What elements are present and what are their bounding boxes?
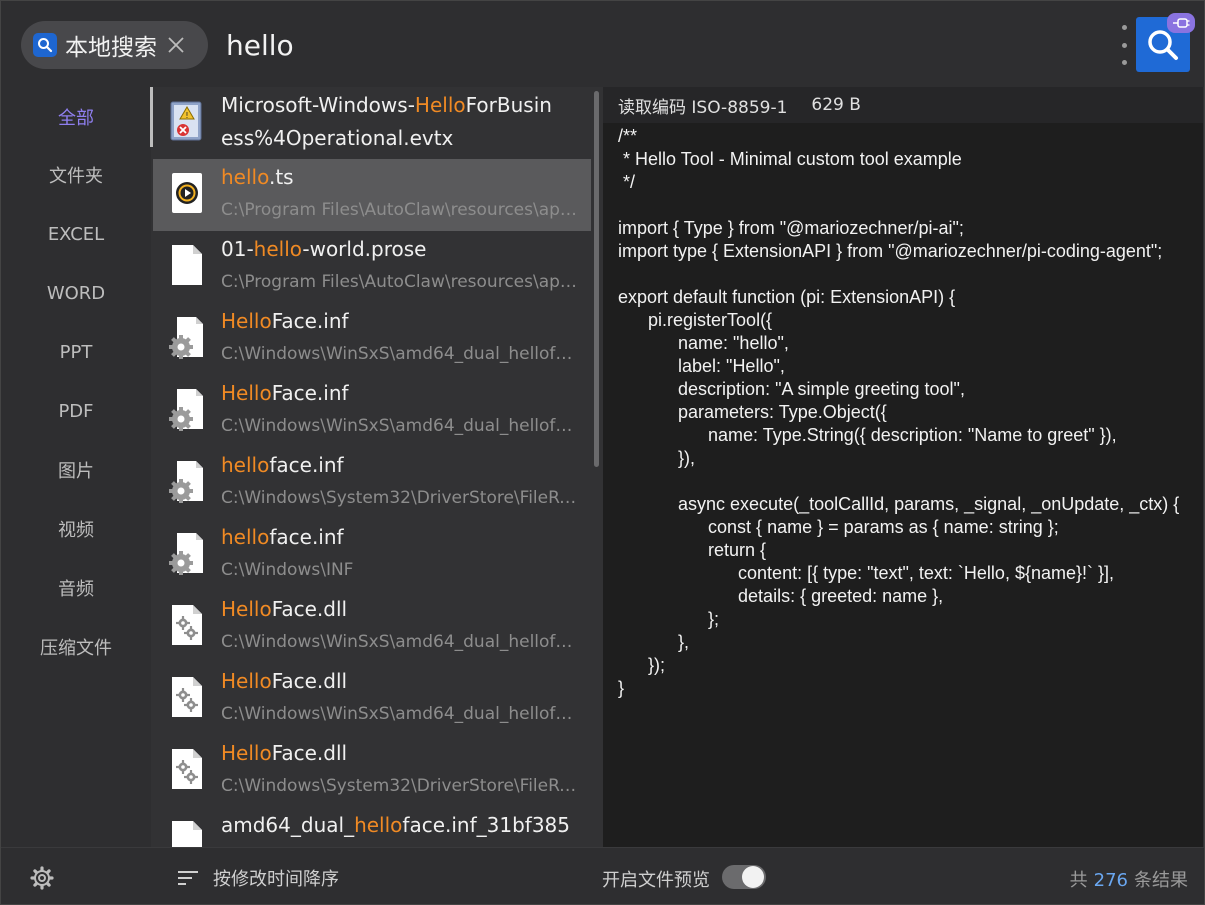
result-title: HelloFace.dll xyxy=(221,669,348,693)
results-list: ! Microsoft-Windows-HelloForBusin ess%4O… xyxy=(153,87,593,847)
result-row[interactable]: 01-hello-world.prose C:\Program Files\Au… xyxy=(153,231,591,303)
status-bar: 按修改时间降序 开启文件预览 共 276 条结果 xyxy=(1,847,1204,904)
category-pdf[interactable]: PDF xyxy=(1,391,151,431)
config-file-icon xyxy=(169,387,205,431)
result-path: C:\Windows\WinSxS\amd64_dual_helloface.i… xyxy=(221,704,577,724)
file-preview-pane: 读取编码 ISO-8859-1 629 B /** * Hello Tool -… xyxy=(603,87,1203,847)
preview-header: 读取编码 ISO-8859-1 629 B xyxy=(603,87,1203,123)
result-count: 共 276 条结果 xyxy=(1069,870,1188,891)
sort-icon xyxy=(178,871,198,885)
more-options-button[interactable] xyxy=(1116,25,1132,65)
blank-file-icon xyxy=(169,243,205,287)
dll-file-icon xyxy=(169,603,205,647)
result-path: C:\Windows\System32\DriverStore\FileRepo… xyxy=(221,488,577,508)
result-row[interactable]: helloface.inf C:\Windows\System32\Driver… xyxy=(153,447,591,519)
category-archive[interactable]: 压缩文件 xyxy=(1,627,151,667)
config-file-icon xyxy=(169,531,205,575)
sort-button[interactable]: 按修改时间降序 xyxy=(177,864,339,892)
result-row[interactable]: HelloFace.dll C:\Windows\System32\Driver… xyxy=(153,735,591,807)
result-title: 01-hello-world.prose xyxy=(221,237,427,261)
preview-code: /** * Hello Tool - Minimal custom tool e… xyxy=(618,126,1180,698)
result-title: helloface.inf xyxy=(221,525,344,549)
result-path: C:\Windows\System32\DriverStore\FileRepo… xyxy=(221,776,577,796)
result-title: HelloFace.inf xyxy=(221,381,349,405)
preview-toggle[interactable] xyxy=(722,865,766,889)
search-scope-pill[interactable]: 本地搜索 xyxy=(21,21,208,69)
config-file-icon xyxy=(169,459,205,503)
category-word[interactable]: WORD xyxy=(1,273,151,313)
category-ppt[interactable]: PPT xyxy=(1,332,151,372)
search-scope-label: 本地搜索 xyxy=(65,35,157,61)
category-audio[interactable]: 音频 xyxy=(1,568,151,608)
search-icon xyxy=(33,33,57,57)
result-path: C:\Windows\WinSxS\amd64_dual_helloface.i… xyxy=(221,344,577,364)
result-row[interactable]: ! Microsoft-Windows-HelloForBusin ess%4O… xyxy=(153,87,591,159)
preview-encoding: 读取编码 ISO-8859-1 xyxy=(618,97,788,118)
dll-file-icon xyxy=(169,747,205,791)
result-path: C:\Program Files\AutoClaw\resources\app.… xyxy=(221,272,577,292)
results-scrollbar[interactable] xyxy=(594,91,599,467)
category-image[interactable]: 图片 xyxy=(1,450,151,490)
category-folder[interactable]: 文件夹 xyxy=(1,155,151,195)
toggle-knob xyxy=(742,866,764,888)
gear-icon[interactable] xyxy=(29,865,55,891)
config-file-icon xyxy=(169,315,205,359)
result-row-selected[interactable]: hello.ts C:\Program Files\AutoClaw\resou… xyxy=(153,159,591,231)
search-input[interactable] xyxy=(226,23,1086,67)
close-icon[interactable] xyxy=(165,34,187,56)
result-row[interactable]: HelloFace.dll C:\Windows\WinSxS\amd64_du… xyxy=(153,591,591,663)
result-count-number: 276 xyxy=(1093,870,1128,891)
preview-file-size: 629 B xyxy=(811,95,861,115)
result-title-continued: ess%4Operational.evtx xyxy=(221,126,454,150)
result-row[interactable]: amd64_dual_helloface.inf_31bf385 xyxy=(153,807,591,847)
blank-file-icon xyxy=(169,819,205,847)
media-play-icon xyxy=(169,171,205,215)
result-path: C:\Program Files\AutoClaw\resources\app.… xyxy=(221,200,577,220)
search-bar: 本地搜索 xyxy=(1,1,1204,87)
result-title: amd64_dual_helloface.inf_31bf385 xyxy=(221,813,571,837)
result-title: HelloFace.inf xyxy=(221,309,349,333)
category-sidebar: 全部 文件夹 EXCEL WORD PPT PDF 图片 视频 音频 压缩文件 xyxy=(1,87,153,847)
result-title: Microsoft-Windows-HelloForBusin xyxy=(221,93,552,117)
category-all[interactable]: 全部 xyxy=(1,97,151,137)
result-path: C:\Windows\INF xyxy=(221,560,354,580)
result-path: C:\Windows\WinSxS\amd64_dual_helloface.i… xyxy=(221,632,577,652)
app-window: 本地搜索 全部 文件夹 EXCEL WORD PPT PDF 图片 视频 音频 … xyxy=(0,0,1205,905)
result-title: hello.ts xyxy=(221,165,294,189)
result-title: HelloFace.dll xyxy=(221,597,348,621)
result-title: HelloFace.dll xyxy=(221,741,348,765)
svg-text:!: ! xyxy=(185,111,188,120)
plugin-icon[interactable] xyxy=(1167,13,1195,33)
dll-file-icon xyxy=(169,675,205,719)
category-video[interactable]: 视频 xyxy=(1,509,151,549)
result-row[interactable]: HelloFace.dll C:\Windows\WinSxS\amd64_du… xyxy=(153,663,591,735)
result-title: helloface.inf xyxy=(221,453,344,477)
event-log-icon: ! xyxy=(169,99,205,143)
sort-label: 按修改时间降序 xyxy=(213,869,339,890)
preview-toggle-label: 开启文件预览 xyxy=(602,870,710,891)
result-row[interactable]: helloface.inf C:\Windows\INF xyxy=(153,519,591,591)
result-row[interactable]: HelloFace.inf C:\Windows\WinSxS\amd64_du… xyxy=(153,303,591,375)
result-path: C:\Windows\WinSxS\amd64_dual_helloface.i… xyxy=(221,416,577,436)
result-row[interactable]: HelloFace.inf C:\Windows\WinSxS\amd64_du… xyxy=(153,375,591,447)
category-excel[interactable]: EXCEL xyxy=(1,214,151,254)
